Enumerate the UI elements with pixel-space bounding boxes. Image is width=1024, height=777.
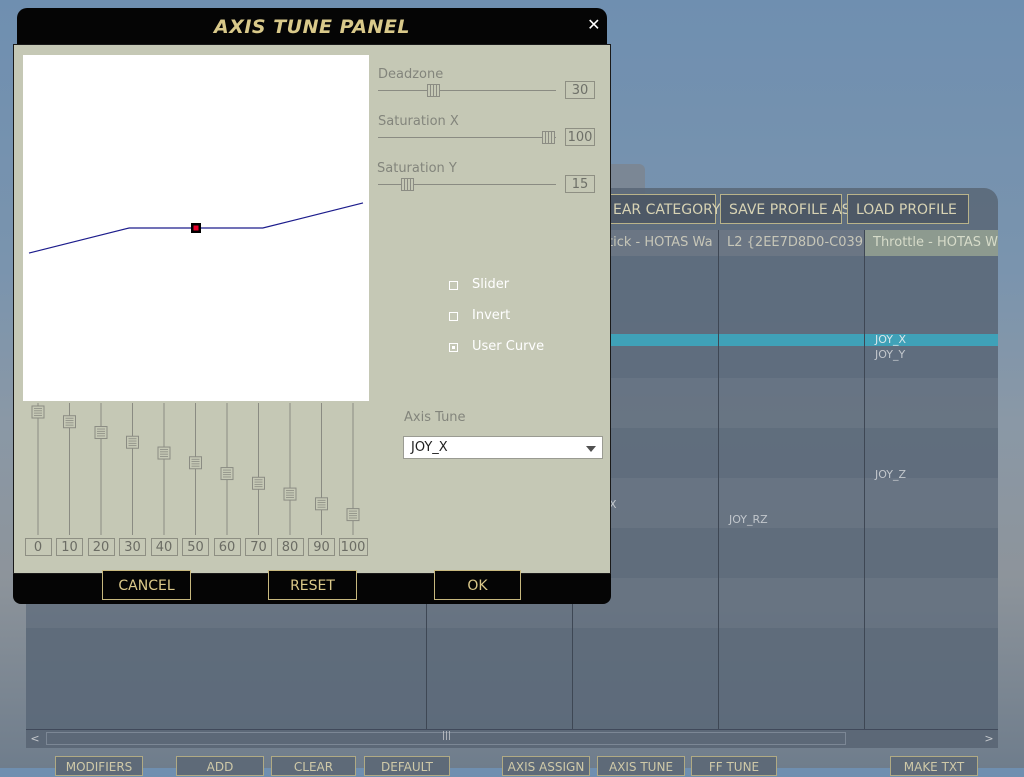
curve-point-label: 30 (119, 538, 146, 556)
scroll-thumb[interactable]: ||| (46, 731, 846, 745)
curve-slider-thumb[interactable] (189, 456, 202, 470)
response-curve-graph[interactable] (23, 55, 369, 401)
ff-tune-button[interactable]: FF TUNE (691, 756, 777, 776)
axis-assign-button[interactable]: AXIS ASSIGN (502, 756, 590, 776)
saturation-y-value[interactable]: 15 (565, 175, 595, 193)
curve-slider-thumb[interactable] (94, 426, 108, 440)
clear-button[interactable]: CLEAR (271, 756, 356, 776)
saturation-x-label: Saturation X (378, 114, 459, 129)
save-profile-as-button[interactable]: SAVE PROFILE AS (720, 194, 851, 224)
column-header-stick[interactable]: tick - HOTAS Wa (600, 230, 718, 256)
curve-point-label: 80 (276, 538, 304, 556)
add-button[interactable]: ADD (176, 756, 264, 776)
scroll-right-icon[interactable]: > (980, 730, 998, 748)
saturation-y-label: Saturation Y (377, 161, 457, 176)
saturation-y-slider-thumb[interactable] (401, 178, 414, 191)
cell-joy-z[interactable]: JOY_Z (875, 468, 906, 481)
reset-button[interactable]: RESET (268, 570, 357, 600)
curve-slider-thumb[interactable] (126, 435, 139, 449)
cancel-button[interactable]: CANCEL (102, 570, 191, 600)
load-profile-button[interactable]: LOAD PROFILE (847, 194, 969, 224)
curve-slider-thumb[interactable] (31, 405, 45, 419)
saturation-x-slider-thumb[interactable] (542, 131, 555, 144)
curve-slider-thumb[interactable] (157, 446, 171, 460)
deadzone-label: Deadzone (378, 67, 444, 82)
clear-category-button[interactable]: EAR CATEGORY (604, 194, 721, 224)
modifiers-button[interactable]: MODIFIERS (55, 756, 143, 776)
close-icon[interactable]: ✕ (587, 8, 601, 42)
curve-slider-thumb[interactable] (315, 497, 328, 511)
curve-plot[interactable] (23, 55, 369, 401)
curve-point-label: 50 (182, 538, 209, 556)
curve-center-marker-dot (193, 225, 199, 231)
cell-joy-rz[interactable]: JOY_RZ (729, 513, 768, 526)
horizontal-scrollbar[interactable]: < ||| > (26, 729, 998, 748)
column-header-throttle[interactable]: Throttle - HOTAS W (865, 230, 998, 256)
axis-tune-dialog: AXIS TUNE PANEL ✕ 0 10 20 30 40 50 60 70 80 90 100… (13, 8, 611, 604)
saturation-x-track[interactable] (378, 137, 556, 138)
curve-point-label: 60 (213, 538, 241, 556)
axis-tune-label: Axis Tune (404, 410, 466, 425)
column-divider (718, 230, 719, 730)
user-curve-checkbox[interactable] (449, 343, 458, 352)
dialog-title-bar[interactable]: AXIS TUNE PANEL ✕ (17, 8, 607, 44)
curve-slider-thumb[interactable] (283, 487, 297, 501)
axis-tune-selected: JOY_X (411, 440, 448, 455)
curve-point-label: 0 (24, 538, 52, 556)
curve-slider-thumb[interactable] (220, 467, 234, 481)
deadzone-value[interactable]: 30 (565, 81, 595, 99)
slider-checkbox[interactable] (449, 281, 458, 290)
invert-checkbox[interactable] (449, 312, 458, 321)
dialog-title: AXIS TUNE PANEL (214, 16, 410, 38)
default-button[interactable]: DEFAULT (364, 756, 450, 776)
deadzone-slider-thumb[interactable] (427, 84, 440, 97)
cell-joy-y[interactable]: JOY_Y (875, 348, 905, 361)
curve-point-label: 90 (308, 538, 335, 556)
slider-checkbox-label[interactable]: Slider (472, 277, 509, 292)
curve-point-label: 20 (87, 538, 115, 556)
cell-joy-x[interactable]: JOY_X (875, 333, 906, 346)
curve-point-label: 40 (150, 538, 178, 556)
invert-checkbox-label[interactable]: Invert (472, 308, 510, 323)
curve-point-label: 100 (338, 538, 368, 556)
curve-slider-thumb[interactable] (63, 415, 76, 429)
make-txt-button[interactable]: MAKE TXT (890, 756, 978, 776)
scroll-left-icon[interactable]: < (26, 730, 44, 748)
axis-tune-button[interactable]: AXIS TUNE (597, 756, 685, 776)
scroll-grip-icon: ||| (442, 731, 452, 741)
chevron-down-icon[interactable] (586, 446, 596, 452)
curve-slider-thumb[interactable] (346, 508, 360, 522)
curve-slider-thumb[interactable] (252, 476, 265, 490)
deadzone-track[interactable] (378, 90, 556, 91)
curve-slider-set[interactable] (23, 403, 369, 538)
column-divider (864, 230, 865, 730)
curve-point-label: 70 (245, 538, 272, 556)
axis-tune-dropdown[interactable]: JOY_X (403, 436, 603, 459)
curve-point-label: 10 (56, 538, 83, 556)
column-header-l2[interactable]: L2 {2EE7D8D0-C039 (719, 230, 864, 256)
ok-button[interactable]: OK (434, 570, 521, 600)
saturation-x-value[interactable]: 100 (565, 128, 595, 146)
user-curve-checkbox-label[interactable]: User Curve (472, 339, 544, 354)
